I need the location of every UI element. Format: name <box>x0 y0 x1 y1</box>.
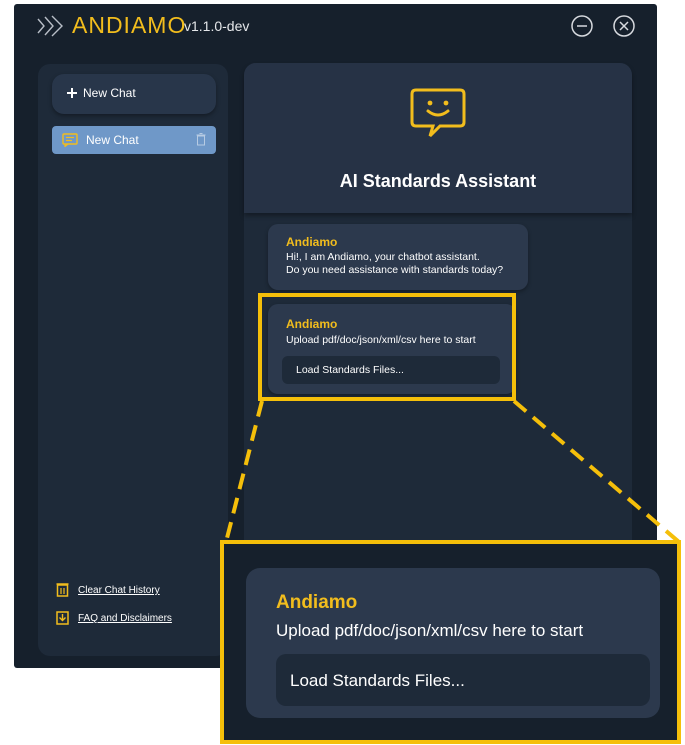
callout-highlight-box <box>258 293 516 401</box>
zoomed-chat-message: Andiamo Upload pdf/doc/json/xml/csv here… <box>246 568 660 718</box>
zoomed-message-sender: Andiamo <box>276 592 358 613</box>
zoomed-load-button-label: Load Standards Files... <box>290 671 465 690</box>
sidebar: New Chat New Chat Clear Chat History FAQ… <box>38 64 228 656</box>
new-chat-button[interactable]: New Chat <box>52 74 216 114</box>
chat-item-label: New Chat <box>86 133 139 147</box>
download-box-icon <box>56 611 69 625</box>
chat-bot-smile-icon <box>410 88 466 138</box>
message-text: Hi!, I am Andiamo, your chatbot assistan… <box>286 251 480 263</box>
message-sender: Andiamo <box>286 235 338 249</box>
zoomed-load-standards-files-button[interactable]: Load Standards Files... <box>276 654 650 706</box>
chat-message: Andiamo Hi!, I am Andiamo, your chatbot … <box>268 224 528 290</box>
page-title: AI Standards Assistant <box>339 171 537 191</box>
zoomed-message-text: Upload pdf/doc/json/xml/csv here to star… <box>276 621 584 640</box>
minimize-circle-icon[interactable] <box>570 14 594 38</box>
zoom-callout: Andiamo Upload pdf/doc/json/xml/csv here… <box>220 540 681 744</box>
close-circle-icon[interactable] <box>612 14 636 38</box>
plus-icon <box>67 88 77 98</box>
faq-disclaimers-link[interactable]: FAQ and Disclaimers <box>78 613 172 624</box>
sidebar-chat-item[interactable]: New Chat <box>52 126 216 154</box>
clear-chat-history-link[interactable]: Clear Chat History <box>78 585 160 596</box>
trash-icon[interactable] <box>196 133 206 146</box>
message-text: Do you need assistance with standards to… <box>286 264 504 276</box>
app-brand: ANDIAMO <box>72 12 187 38</box>
app-version: v1.1.0-dev <box>184 18 250 34</box>
title-bar: ANDIAMO v1.1.0-dev <box>14 4 657 48</box>
chat-icon <box>62 133 78 147</box>
new-chat-label: New Chat <box>83 86 136 100</box>
trash-bin-icon <box>56 583 69 597</box>
chevrons-logo-icon <box>37 15 63 37</box>
chat-header: AI Standards Assistant <box>244 63 632 213</box>
